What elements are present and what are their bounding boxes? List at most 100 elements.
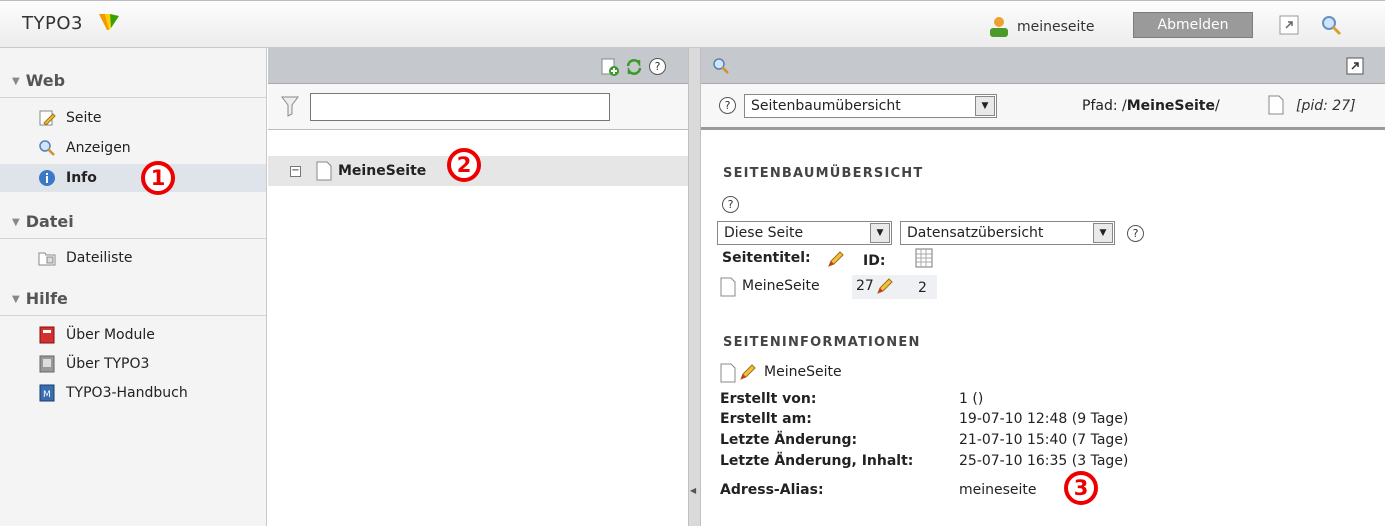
sidebar-item-anzeigen[interactable]: Anzeigen bbox=[0, 134, 266, 162]
logout-button[interactable]: Abmelden bbox=[1133, 12, 1253, 38]
page-tree-toolbar: ? bbox=[268, 48, 688, 84]
column-title-label: Seitentitel: bbox=[722, 250, 811, 266]
about-icon bbox=[39, 355, 55, 373]
pencil-icon[interactable] bbox=[739, 363, 757, 381]
tree-node-label[interactable]: MeineSeite bbox=[338, 163, 426, 179]
help-icon[interactable]: ? bbox=[1127, 225, 1144, 242]
section-heading-info: SEITENINFORMATIONEN bbox=[723, 335, 921, 350]
section-title: Web bbox=[25, 71, 66, 90]
function-select-value: Seitenbaumübersicht bbox=[751, 98, 901, 114]
username: meineseite bbox=[1017, 19, 1095, 35]
sidebar-item-ueber-module[interactable]: Über Module bbox=[0, 321, 266, 349]
svg-text:M: M bbox=[43, 390, 51, 400]
search-icon[interactable] bbox=[1319, 13, 1343, 37]
typo3-logo-icon bbox=[99, 14, 119, 30]
new-page-icon[interactable] bbox=[600, 57, 620, 77]
section-title: Hilfe bbox=[25, 289, 68, 308]
record-type-select[interactable]: Datensatzübersicht ▼ bbox=[900, 221, 1115, 245]
open-new-window-icon[interactable] bbox=[1345, 56, 1365, 76]
top-bar: TYPO3 meineseite Abmelden bbox=[0, 0, 1385, 48]
sidebar-item-label: Info bbox=[66, 170, 97, 186]
collapse-triangle-icon: ▼ bbox=[12, 76, 20, 87]
info-value: 1 () bbox=[959, 391, 984, 407]
panel-splitter[interactable]: ◀ bbox=[688, 48, 701, 526]
tree-filter-input[interactable] bbox=[310, 93, 610, 121]
info-value: 21-07-10 15:40 (7 Tage) bbox=[959, 432, 1129, 448]
info-value: 19-07-10 12:48 (9 Tage) bbox=[959, 411, 1129, 427]
sidebar-item-seite[interactable]: Seite bbox=[0, 104, 266, 132]
info-page-title: MeineSeite bbox=[764, 364, 842, 380]
sidebar-item-label: Seite bbox=[66, 110, 102, 126]
book-red-icon bbox=[39, 326, 55, 344]
pencil-icon[interactable] bbox=[876, 277, 894, 295]
sidebar-item-dateiliste[interactable]: Dateiliste bbox=[0, 244, 266, 272]
info-label: Adress-Alias: bbox=[720, 482, 824, 498]
module-menu: ▼ Web Seite Anzeigen Info 1 ▼ Datei Dateil… bbox=[0, 48, 267, 526]
page-icon[interactable] bbox=[720, 363, 736, 383]
section-heading-overview: SEITENBAUMÜBERSICHT bbox=[723, 166, 924, 181]
help-icon[interactable]: ? bbox=[722, 196, 739, 213]
section-hilfe[interactable]: ▼ Hilfe bbox=[0, 280, 266, 316]
column-id-label: ID: bbox=[863, 253, 886, 269]
path-separator: / bbox=[1215, 98, 1220, 114]
sidebar-item-label: TYPO3-Handbuch bbox=[66, 385, 188, 401]
section-datei[interactable]: ▼ Datei bbox=[0, 203, 266, 239]
path-page[interactable]: MeineSeite bbox=[1127, 98, 1215, 114]
path-label: Pfad: / bbox=[1082, 98, 1127, 114]
refresh-icon[interactable] bbox=[624, 57, 644, 77]
sidebar-item-label: Über TYPO3 bbox=[66, 356, 150, 372]
pencil-icon[interactable] bbox=[827, 250, 845, 268]
content-toolbar bbox=[701, 48, 1385, 84]
record-type-select-value: Datensatzübersicht bbox=[907, 225, 1044, 241]
chevron-down-icon: ▼ bbox=[870, 223, 890, 243]
page-edit-icon bbox=[39, 110, 56, 126]
page-icon[interactable] bbox=[1268, 95, 1284, 115]
depth-select[interactable]: Diese Seite ▼ bbox=[717, 221, 892, 245]
row-page-title: MeineSeite bbox=[742, 278, 820, 294]
info-value: 25-07-10 16:35 (3 Tage) bbox=[959, 453, 1129, 469]
page-icon[interactable] bbox=[316, 161, 332, 181]
collapse-triangle-icon: ▼ bbox=[12, 294, 20, 305]
sidebar-item-typo3-handbuch[interactable]: M TYPO3-Handbuch bbox=[0, 379, 266, 407]
page-icon[interactable] bbox=[720, 277, 736, 297]
chevron-down-icon: ▼ bbox=[975, 96, 995, 116]
magnifier-icon bbox=[39, 140, 55, 156]
section-web[interactable]: ▼ Web bbox=[0, 62, 266, 98]
sidebar-item-info[interactable]: Info bbox=[0, 164, 266, 192]
page-id-label: [pid: 27] bbox=[1296, 98, 1356, 114]
typo3-logo-text: TYPO3 bbox=[22, 13, 83, 34]
row-page-id: 27 bbox=[856, 278, 874, 294]
content-area: SEITENBAUMÜBERSICHT ? Diese Seite ▼ Date… bbox=[701, 133, 1385, 526]
info-icon bbox=[39, 170, 55, 186]
info-label: Letzte Änderung, Inhalt: bbox=[720, 453, 914, 469]
info-label: Letzte Änderung: bbox=[720, 432, 858, 448]
page-tree: − MeineSeite 2 bbox=[268, 130, 688, 526]
filter-icon bbox=[281, 96, 299, 117]
sidebar-item-ueber-typo3[interactable]: Über TYPO3 bbox=[0, 350, 266, 378]
sidebar-item-label: Anzeigen bbox=[66, 140, 131, 156]
file-list-icon bbox=[38, 252, 56, 266]
spreadsheet-icon[interactable] bbox=[914, 247, 934, 269]
annotation-badge-3: 3 bbox=[1064, 471, 1098, 505]
manual-icon: M bbox=[39, 384, 55, 402]
path-breadcrumb: Pfad: /MeineSeite/ bbox=[1082, 98, 1220, 114]
section-title: Datei bbox=[25, 212, 74, 231]
annotation-badge-2: 2 bbox=[447, 148, 481, 182]
help-icon[interactable]: ? bbox=[649, 58, 666, 75]
search-icon[interactable] bbox=[711, 56, 731, 76]
info-label: Erstellt von: bbox=[720, 391, 817, 407]
page-tree-filter-bar bbox=[268, 84, 688, 130]
row-record-count: 2 bbox=[918, 280, 927, 296]
help-icon[interactable]: ? bbox=[719, 97, 736, 114]
user-icon bbox=[990, 17, 1008, 37]
depth-select-value: Diese Seite bbox=[724, 225, 804, 241]
info-value: meineseite bbox=[959, 482, 1037, 498]
collapse-toggle-icon[interactable]: − bbox=[290, 166, 301, 177]
collapse-triangle-icon: ▼ bbox=[12, 217, 20, 228]
sidebar-item-label: Über Module bbox=[66, 327, 155, 343]
chevron-down-icon: ▼ bbox=[1093, 223, 1113, 243]
collapse-arrow-icon[interactable]: ◀ bbox=[690, 486, 696, 495]
open-new-window-icon[interactable] bbox=[1277, 13, 1301, 37]
function-select[interactable]: Seitenbaumübersicht ▼ bbox=[744, 94, 997, 118]
annotation-badge-1: 1 bbox=[141, 161, 175, 195]
